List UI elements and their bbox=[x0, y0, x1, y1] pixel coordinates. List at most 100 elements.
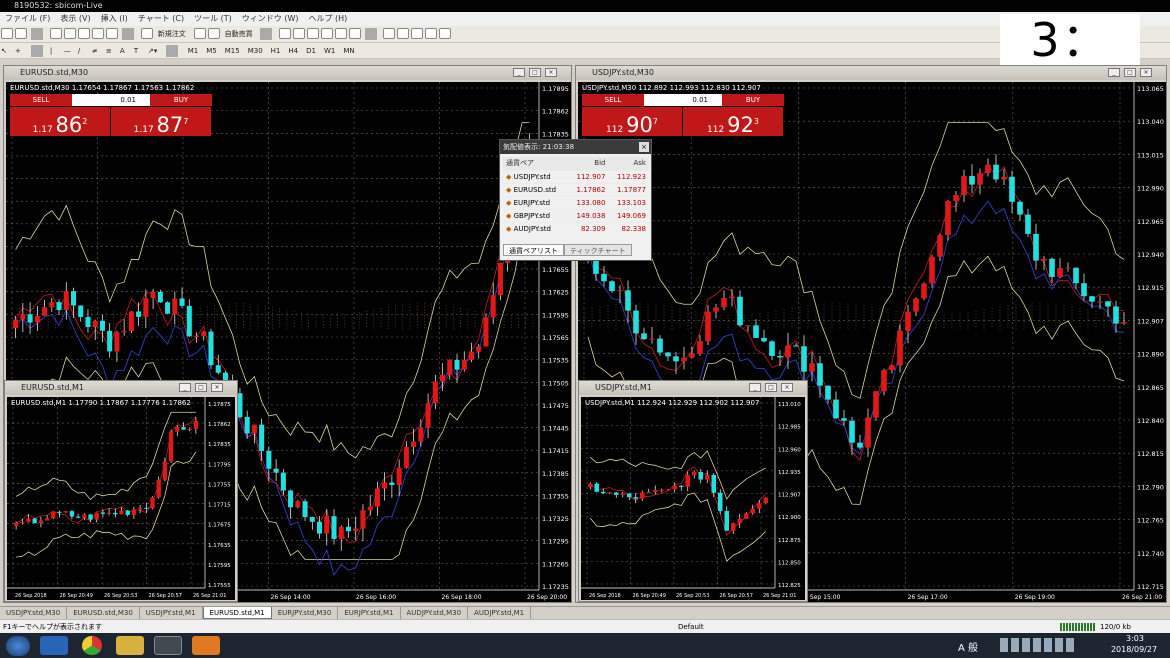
cursor-icon[interactable]: ↖ bbox=[1, 45, 13, 57]
templates-icon[interactable] bbox=[439, 28, 452, 39]
maximize-button[interactable]: □ bbox=[765, 383, 777, 392]
trendline-icon[interactable]: / bbox=[78, 45, 90, 57]
data-window-icon[interactable] bbox=[63, 28, 76, 39]
col-bid[interactable]: Bid bbox=[567, 157, 609, 170]
tester-icon[interactable] bbox=[105, 28, 118, 39]
chart-window-usdjpy-m1[interactable]: USDJPY.std,M1 _ □ × 113.010 112.985 112.960 1… bbox=[578, 380, 808, 602]
menu-tools[interactable]: ツール (T) bbox=[189, 12, 237, 26]
tab-tick-chart[interactable]: ティックチャート bbox=[564, 244, 632, 256]
maximize-button[interactable]: □ bbox=[1124, 68, 1136, 77]
close-button[interactable]: × bbox=[545, 68, 557, 77]
bar-chart-icon[interactable] bbox=[278, 28, 291, 39]
close-icon[interactable]: × bbox=[639, 142, 649, 152]
close-button[interactable]: × bbox=[211, 383, 223, 392]
fibonacci-icon[interactable]: ≡ bbox=[106, 45, 118, 57]
tf-h4[interactable]: H4 bbox=[285, 45, 301, 57]
channel-icon[interactable]: ≠ bbox=[92, 45, 104, 57]
navigator-icon[interactable] bbox=[77, 28, 90, 39]
status-profile[interactable]: Default bbox=[678, 620, 704, 634]
chart-tab[interactable]: EURJPY.std,M30 bbox=[272, 607, 339, 619]
tray-icons[interactable] bbox=[1000, 638, 1075, 652]
price-chart-usdjpy-m1[interactable]: 113.010 112.985 112.960 112.935 112.907 112.9… bbox=[581, 397, 805, 600]
col-ask[interactable]: Ask bbox=[608, 157, 649, 170]
lot-size-input[interactable]: 0.01 bbox=[644, 94, 722, 106]
chart-tab[interactable]: EURJPY.std,M1 bbox=[338, 607, 401, 619]
menu-insert[interactable]: 挿入 (I) bbox=[96, 12, 133, 26]
market-watch-icon[interactable] bbox=[49, 28, 62, 39]
table-row[interactable]: ◆ EURJPY.std 133.080 133.103 bbox=[503, 195, 649, 209]
start-button[interactable] bbox=[6, 636, 30, 656]
chart-tab[interactable]: USDJPY.std,M1 bbox=[140, 607, 203, 619]
menu-view[interactable]: 表示 (V) bbox=[55, 12, 95, 26]
chart-tab[interactable]: AUDJPY.std,M30 bbox=[401, 607, 469, 619]
auto-scroll-icon[interactable] bbox=[383, 28, 396, 39]
minimize-button[interactable]: _ bbox=[1108, 68, 1120, 77]
table-row[interactable]: ◆ USDJPY.std 112.907 112.923 bbox=[503, 169, 649, 183]
tf-d1[interactable]: D1 bbox=[303, 45, 319, 57]
candle-chart-icon[interactable] bbox=[292, 28, 305, 39]
terminal-icon[interactable] bbox=[91, 28, 104, 39]
table-row[interactable]: ◆ EURUSD.std 1.17862 1.17877 bbox=[503, 182, 649, 196]
auto-trading-button[interactable]: 自動売買 bbox=[222, 28, 256, 40]
explorer-icon[interactable] bbox=[116, 636, 144, 655]
chart-tab-active[interactable]: EURUSD.std,M1 bbox=[202, 607, 272, 619]
menu-file[interactable]: ファイル (F) bbox=[0, 12, 55, 26]
zoom-in-icon[interactable] bbox=[320, 28, 333, 39]
periods-icon[interactable] bbox=[425, 28, 438, 39]
horizontal-line-icon[interactable]: — bbox=[64, 45, 76, 57]
chart-shift-icon[interactable] bbox=[397, 28, 410, 39]
maximize-button[interactable]: □ bbox=[195, 383, 207, 392]
arrows-icon[interactable]: ↗▾ bbox=[148, 45, 162, 57]
chart-tab[interactable]: AUDJPY.std,M1 bbox=[468, 607, 532, 619]
zoom-out-icon[interactable] bbox=[334, 28, 347, 39]
metatrader-icon[interactable] bbox=[192, 636, 220, 655]
minimize-button[interactable]: _ bbox=[513, 68, 525, 77]
media-player-icon[interactable] bbox=[154, 636, 182, 655]
chart-window-eurusd-m1[interactable]: EURUSD.std,M1 _ □ × 1.17875 1.17862 1.17835 1… bbox=[4, 380, 238, 602]
bid-price-button[interactable]: 112 907 bbox=[582, 107, 682, 137]
meta-editor-icon[interactable] bbox=[193, 28, 206, 39]
text-icon[interactable]: A bbox=[120, 45, 132, 57]
market-watch-window[interactable]: 気配値表示: 21:03:38 × 通貨ペア Bid Ask ◆ USDJPY.std… bbox=[499, 139, 652, 261]
price-chart-eurusd-m1[interactable]: 1.17875 1.17862 1.17835 1.17795 1.17755 1.177… bbox=[7, 397, 235, 600]
buy-button[interactable]: BUY bbox=[722, 94, 784, 106]
tf-w1[interactable]: W1 bbox=[321, 45, 338, 57]
table-row[interactable]: ◆ GBPJPY.std 149.038 149.069 bbox=[503, 208, 649, 222]
menu-help[interactable]: ヘルプ (H) bbox=[303, 12, 352, 26]
chart-tab[interactable]: EURUSD.std,M30 bbox=[67, 607, 140, 619]
sell-button[interactable]: SELL bbox=[10, 94, 72, 106]
col-symbol[interactable]: 通貨ペア bbox=[503, 157, 568, 170]
label-icon[interactable]: T bbox=[134, 45, 146, 57]
ask-price-button[interactable]: 1.17 877 bbox=[111, 107, 211, 137]
minimize-button[interactable]: _ bbox=[179, 383, 191, 392]
chart-tab[interactable]: USDJPY.std,M30 bbox=[0, 607, 68, 619]
tile-windows-icon[interactable] bbox=[348, 28, 361, 39]
maximize-button[interactable]: □ bbox=[529, 68, 541, 77]
tf-h1[interactable]: H1 bbox=[268, 45, 284, 57]
indicators-icon[interactable] bbox=[411, 28, 424, 39]
ie-icon[interactable] bbox=[40, 636, 68, 655]
new-chart-icon[interactable] bbox=[1, 28, 13, 39]
tf-m15[interactable]: M15 bbox=[222, 45, 243, 57]
close-button[interactable]: × bbox=[1140, 68, 1152, 77]
tf-mn[interactable]: MN bbox=[340, 45, 357, 57]
buy-button[interactable]: BUY bbox=[150, 94, 212, 106]
vertical-line-icon[interactable]: | bbox=[50, 45, 62, 57]
tf-m30[interactable]: M30 bbox=[245, 45, 266, 57]
line-chart-icon[interactable] bbox=[306, 28, 319, 39]
sell-button[interactable]: SELL bbox=[582, 94, 644, 106]
table-row[interactable]: ◆ AUDJPY.std 82.309 82.338 bbox=[503, 221, 649, 235]
lot-size-input[interactable]: 0.01 bbox=[72, 94, 150, 106]
minimize-button[interactable]: _ bbox=[749, 383, 761, 392]
menu-chart[interactable]: チャート (C) bbox=[133, 12, 189, 26]
profiles-icon[interactable] bbox=[15, 28, 27, 39]
tab-symbols[interactable]: 通貨ペアリスト bbox=[503, 244, 564, 256]
close-button[interactable]: × bbox=[781, 383, 793, 392]
menu-window[interactable]: ウィンドウ (W) bbox=[237, 12, 304, 26]
new-order-button[interactable]: 新規注文 bbox=[155, 28, 189, 40]
bid-price-button[interactable]: 1.17 862 bbox=[10, 107, 110, 137]
crosshair-icon[interactable]: + bbox=[15, 45, 27, 57]
tf-m1[interactable]: M1 bbox=[185, 45, 202, 57]
tf-m5[interactable]: M5 bbox=[203, 45, 220, 57]
chrome-icon[interactable] bbox=[82, 636, 102, 655]
